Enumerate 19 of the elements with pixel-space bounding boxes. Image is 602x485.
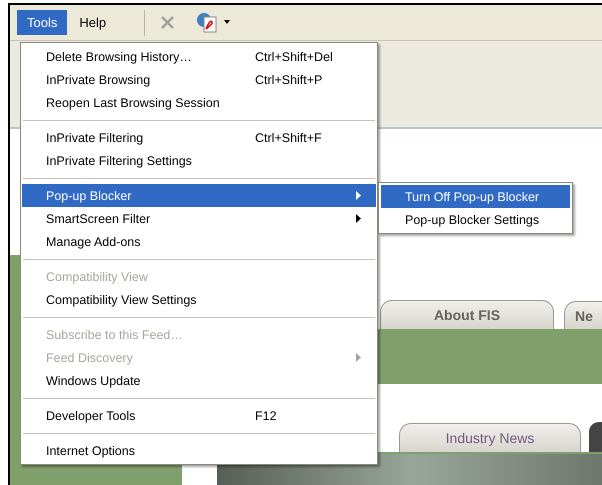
page-tab[interactable]: About FIS xyxy=(380,300,554,329)
menu-item[interactable]: Pop-up Blocker Settings xyxy=(381,208,570,231)
menu-item[interactable]: InPrivate Filtering Settings xyxy=(22,149,376,172)
menu-item[interactable]: Pop-up Blocker xyxy=(22,184,376,207)
menu-item[interactable]: Internet Options xyxy=(22,439,376,462)
menu-item[interactable]: Manage Add-ons xyxy=(22,230,376,253)
menu-bar-item[interactable]: Help xyxy=(69,10,116,35)
menu-item[interactable]: Compatibility View Settings xyxy=(22,288,376,311)
page-tab[interactable]: Ne xyxy=(564,301,602,329)
menu-item[interactable]: Turn Off Pop-up Blocker xyxy=(381,185,570,208)
page-tab[interactable]: Industry News xyxy=(399,423,581,452)
menu-item[interactable]: SmartScreen Filter xyxy=(22,207,376,230)
menu-item[interactable]: Delete Browsing History… Ctrl+Shift+Del xyxy=(22,45,376,68)
menu-item[interactable]: InPrivate Browsing Ctrl+Shift+P xyxy=(22,68,376,91)
menu-item[interactable]: Developer Tools F12 xyxy=(22,404,376,427)
menu-item[interactable]: Reopen Last Browsing Session xyxy=(22,91,376,114)
menu-item[interactable]: InPrivate Filtering Ctrl+Shift+F xyxy=(22,126,376,149)
menu-item[interactable]: Windows Update xyxy=(22,369,376,392)
menu-bar-item[interactable]: Tools xyxy=(17,10,68,35)
